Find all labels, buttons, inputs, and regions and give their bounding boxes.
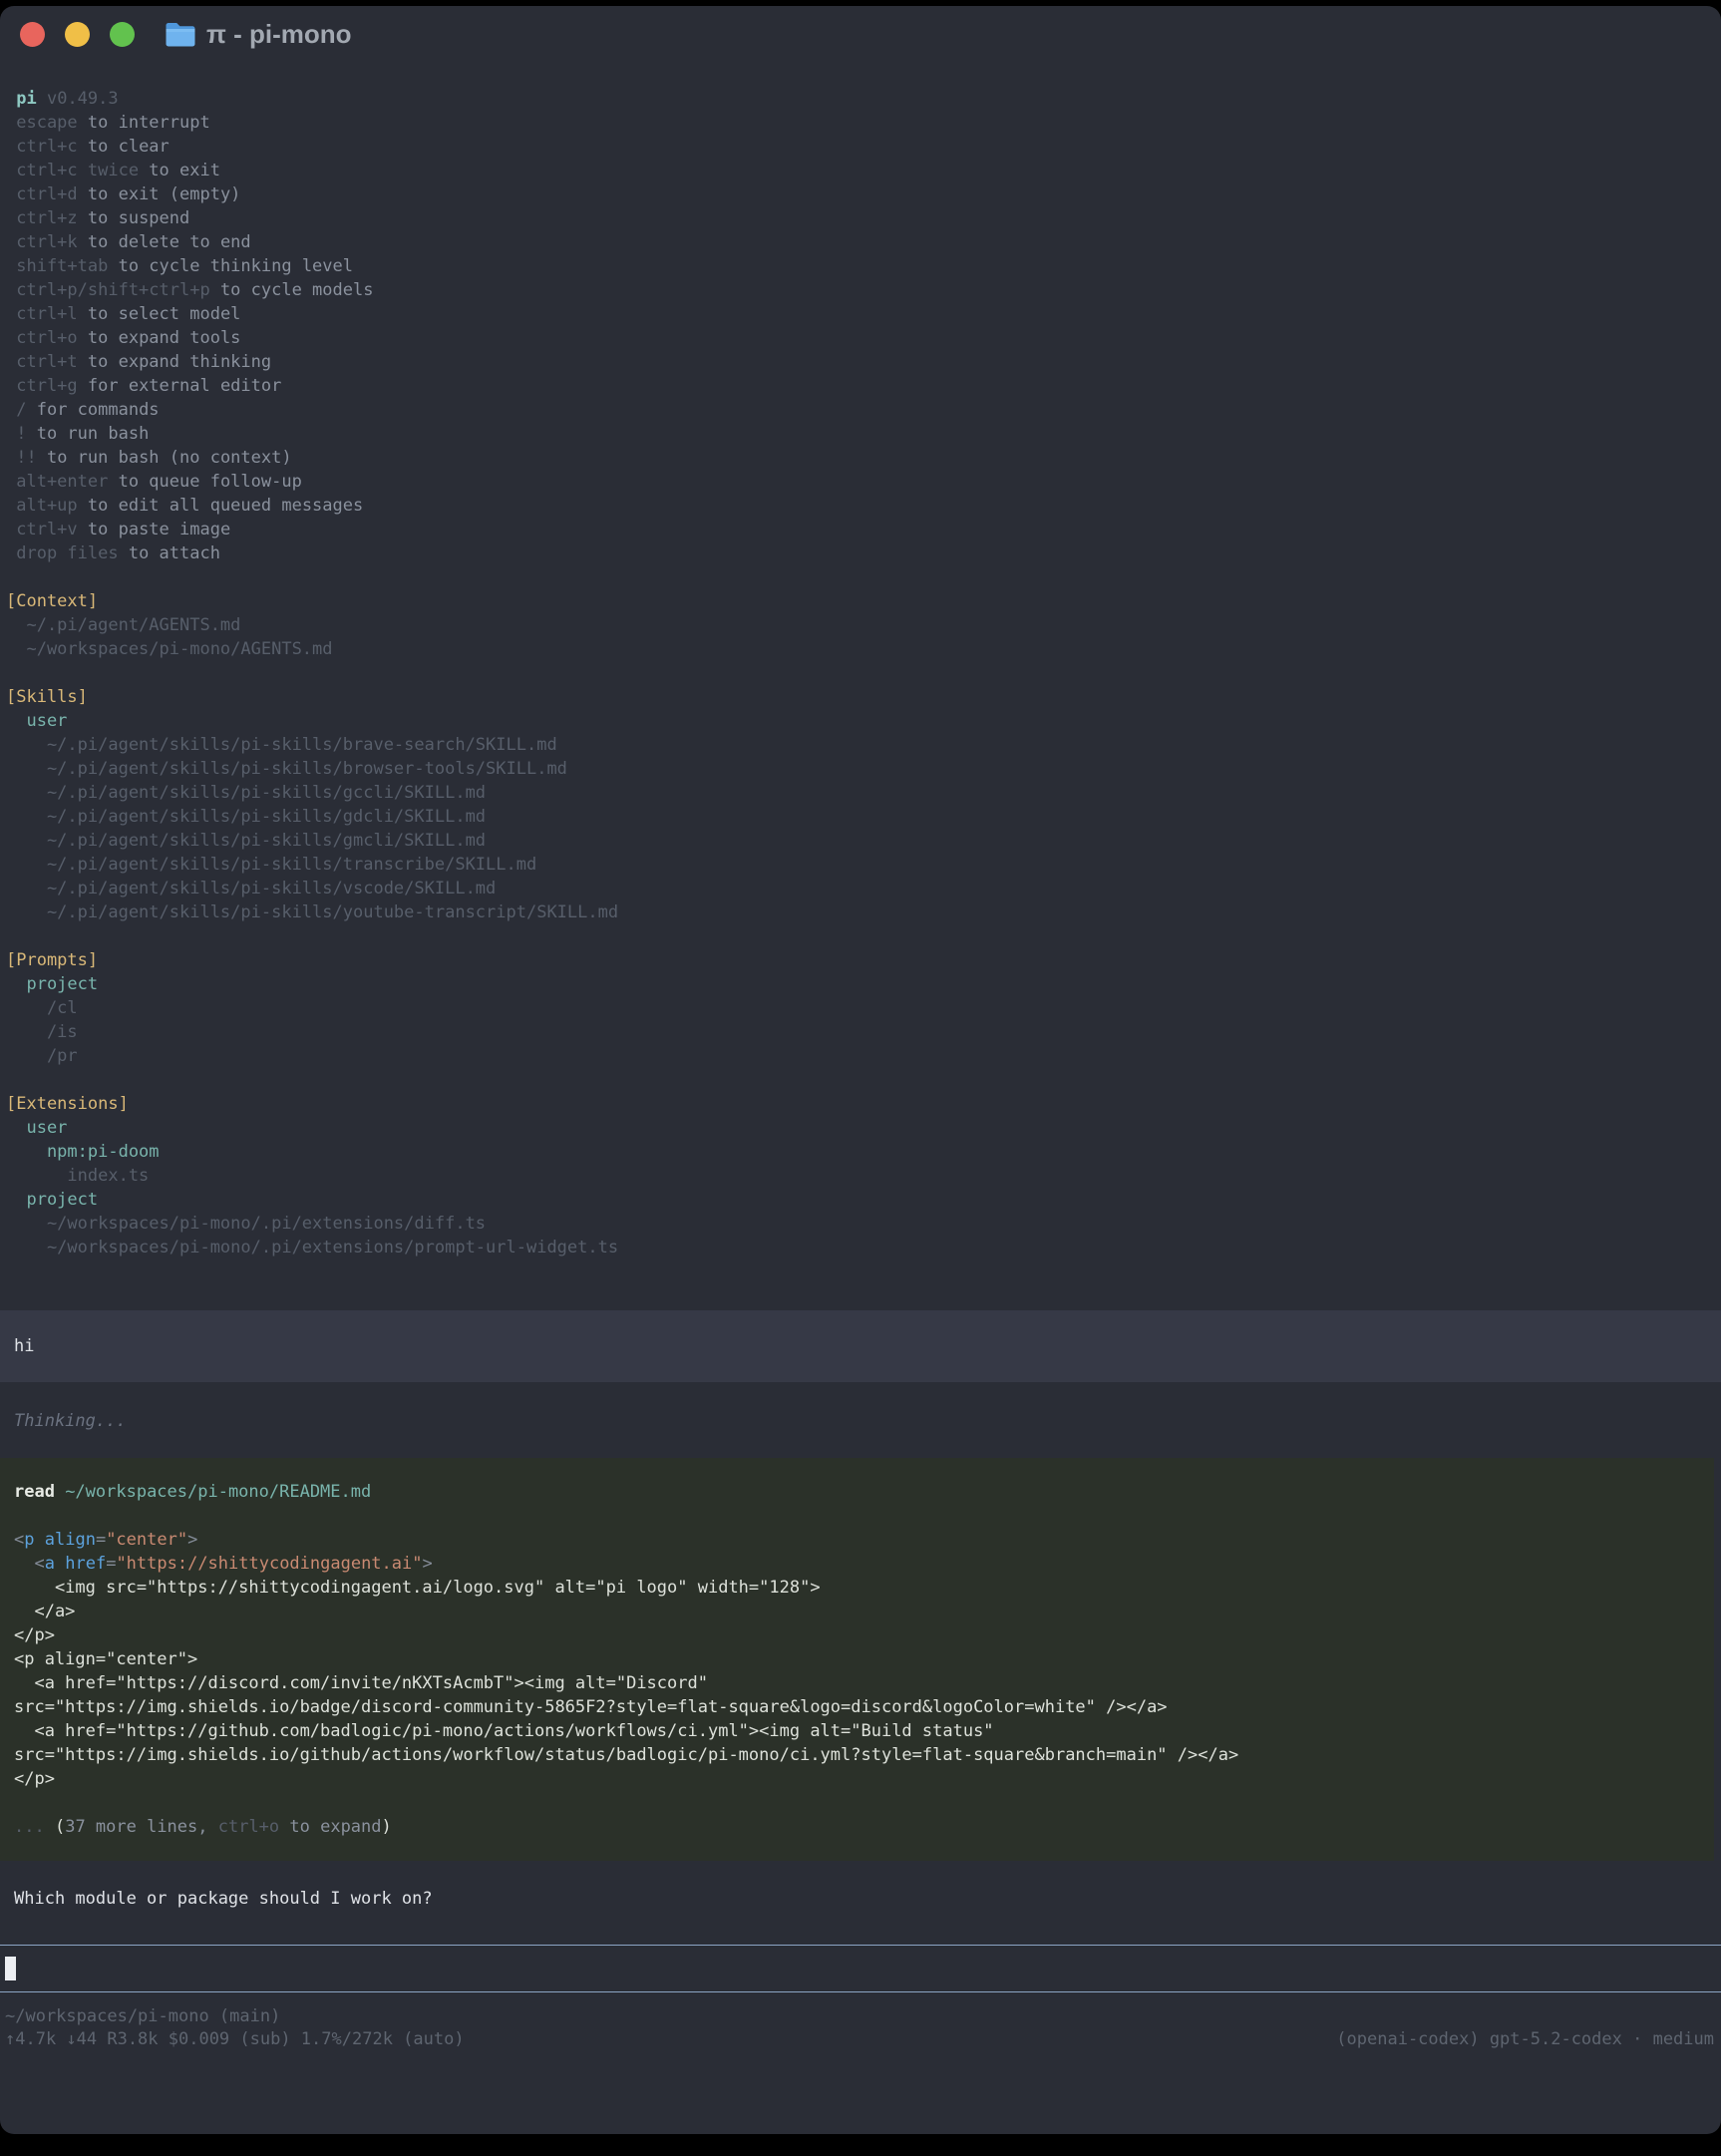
terminal-line: src="https://img.shields.io/badge/discor… <box>14 1695 1714 1719</box>
terminal-line: ~/workspaces/pi-mono/AGENTS.md <box>6 637 1721 661</box>
thinking-indicator: Thinking... <box>0 1409 1721 1433</box>
terminal-line: [Extensions] <box>6 1092 1721 1116</box>
traffic-lights <box>20 22 135 47</box>
terminal-line: ! to run bash <box>6 422 1721 446</box>
terminal-line: ~/.pi/agent/skills/pi-skills/vscode/SKIL… <box>6 877 1721 900</box>
terminal-line: ~/.pi/agent/skills/pi-skills/youtube-tra… <box>6 900 1721 924</box>
terminal-line: index.ts <box>6 1164 1721 1188</box>
terminal-line: read ~/workspaces/pi-mono/README.md <box>14 1480 1714 1504</box>
folder-icon <box>165 21 195 48</box>
terminal-line: project <box>6 972 1721 996</box>
prompt-input[interactable] <box>0 1945 1721 1992</box>
terminal-line <box>14 1791 1714 1815</box>
tool-output-read: read ~/workspaces/pi-mono/README.md <p a… <box>0 1458 1714 1861</box>
token-usage-stats: ↑4.7k ↓44 R3.8k $0.009 (sub) 1.7%/272k (… <box>5 2028 465 2051</box>
terminal-line: npm:pi-doom <box>6 1140 1721 1164</box>
user-message: hi <box>0 1310 1721 1382</box>
assistant-message: Which module or package should I work on… <box>0 1887 1721 1911</box>
terminal-line <box>14 1504 1714 1528</box>
terminal-line: <a href="https://shittycodingagent.ai"> <box>14 1552 1714 1576</box>
terminal-line: ~/.pi/agent/skills/pi-skills/gmcli/SKILL… <box>6 829 1721 853</box>
model-indicator: (openai-codex) gpt-5.2-codex · medium <box>1336 2028 1714 2051</box>
minimize-button[interactable] <box>65 22 90 47</box>
terminal-line: !! to run bash (no context) <box>6 446 1721 470</box>
terminal-line: [Prompts] <box>6 948 1721 972</box>
terminal-line: shift+tab to cycle thinking level <box>6 254 1721 278</box>
terminal-line: user <box>6 709 1721 733</box>
terminal-line: ~/workspaces/pi-mono/.pi/extensions/prom… <box>6 1236 1721 1259</box>
working-directory: ~/workspaces/pi-mono (main) <box>5 2005 1714 2028</box>
terminal-line: ctrl+c twice to exit <box>6 159 1721 182</box>
terminal-line: pi v0.49.3 <box>6 87 1721 111</box>
terminal-line <box>6 1068 1721 1092</box>
terminal-line: <a href="https://discord.com/invite/nKXT… <box>14 1671 1714 1695</box>
terminal-line: ~/.pi/agent/skills/pi-skills/transcribe/… <box>6 853 1721 877</box>
terminal-line: ctrl+o to expand tools <box>6 326 1721 350</box>
terminal-line: <img src="https://shittycodingagent.ai/l… <box>14 1576 1714 1600</box>
terminal-line: ctrl+l to select model <box>6 302 1721 326</box>
close-button[interactable] <box>20 22 45 47</box>
terminal-line: <p align="center"> <box>14 1528 1714 1552</box>
terminal-line: [Context] <box>6 589 1721 613</box>
terminal-line: alt+up to edit all queued messages <box>6 494 1721 518</box>
terminal-line: ~/.pi/agent/skills/pi-skills/gccli/SKILL… <box>6 781 1721 805</box>
terminal-line: src="https://img.shields.io/github/actio… <box>14 1743 1714 1767</box>
terminal-line: ~/.pi/agent/AGENTS.md <box>6 613 1721 637</box>
terminal-line: ctrl+p/shift+ctrl+p to cycle models <box>6 278 1721 302</box>
terminal-line: / for commands <box>6 398 1721 422</box>
terminal-line: alt+enter to queue follow-up <box>6 470 1721 494</box>
terminal-line: /pr <box>6 1044 1721 1068</box>
terminal-line <box>6 924 1721 948</box>
terminal-line: </p> <box>14 1623 1714 1647</box>
terminal-line: ctrl+k to delete to end <box>6 230 1721 254</box>
terminal-line: </a> <box>14 1600 1714 1623</box>
status-bar: ~/workspaces/pi-mono (main) ↑4.7k ↓44 R3… <box>0 2005 1721 2051</box>
terminal-line <box>6 565 1721 589</box>
terminal-line: ctrl+t to expand thinking <box>6 350 1721 374</box>
terminal-line: </p> <box>14 1767 1714 1791</box>
session-header-output: pi v0.49.3 escape to interrupt ctrl+c to… <box>0 62 1721 1259</box>
terminal-line: <a href="https://github.com/badlogic/pi-… <box>14 1719 1714 1743</box>
terminal-line: user <box>6 1116 1721 1140</box>
terminal-line: ctrl+v to paste image <box>6 518 1721 541</box>
terminal-line: ~/.pi/agent/skills/pi-skills/brave-searc… <box>6 733 1721 757</box>
terminal-line: ~/workspaces/pi-mono/.pi/extensions/diff… <box>6 1212 1721 1236</box>
terminal-line: /is <box>6 1020 1721 1044</box>
terminal-line: ctrl+d to exit (empty) <box>6 182 1721 206</box>
terminal-line: <p align="center"> <box>14 1647 1714 1671</box>
terminal-line: drop files to attach <box>6 541 1721 565</box>
terminal-line: ctrl+c to clear <box>6 135 1721 159</box>
zoom-button[interactable] <box>110 22 135 47</box>
title-bar: π - pi-mono <box>0 6 1721 62</box>
terminal-line: ... (37 more lines, ctrl+o to expand) <box>14 1815 1714 1839</box>
user-message-text: hi <box>14 1334 1721 1358</box>
window-title: π - pi-mono <box>206 19 352 50</box>
terminal-line: project <box>6 1188 1721 1212</box>
terminal-line: escape to interrupt <box>6 111 1721 135</box>
terminal-line: ~/.pi/agent/skills/pi-skills/browser-too… <box>6 757 1721 781</box>
terminal-line: ctrl+z to suspend <box>6 206 1721 230</box>
terminal-line: ctrl+g for external editor <box>6 374 1721 398</box>
terminal-window: π - pi-mono pi v0.49.3 escape to interru… <box>0 6 1721 2134</box>
terminal-line: ~/.pi/agent/skills/pi-skills/gdcli/SKILL… <box>6 805 1721 829</box>
terminal-line <box>6 661 1721 685</box>
text-cursor <box>5 1957 16 1980</box>
terminal-line: /cl <box>6 996 1721 1020</box>
terminal-line: [Skills] <box>6 685 1721 709</box>
